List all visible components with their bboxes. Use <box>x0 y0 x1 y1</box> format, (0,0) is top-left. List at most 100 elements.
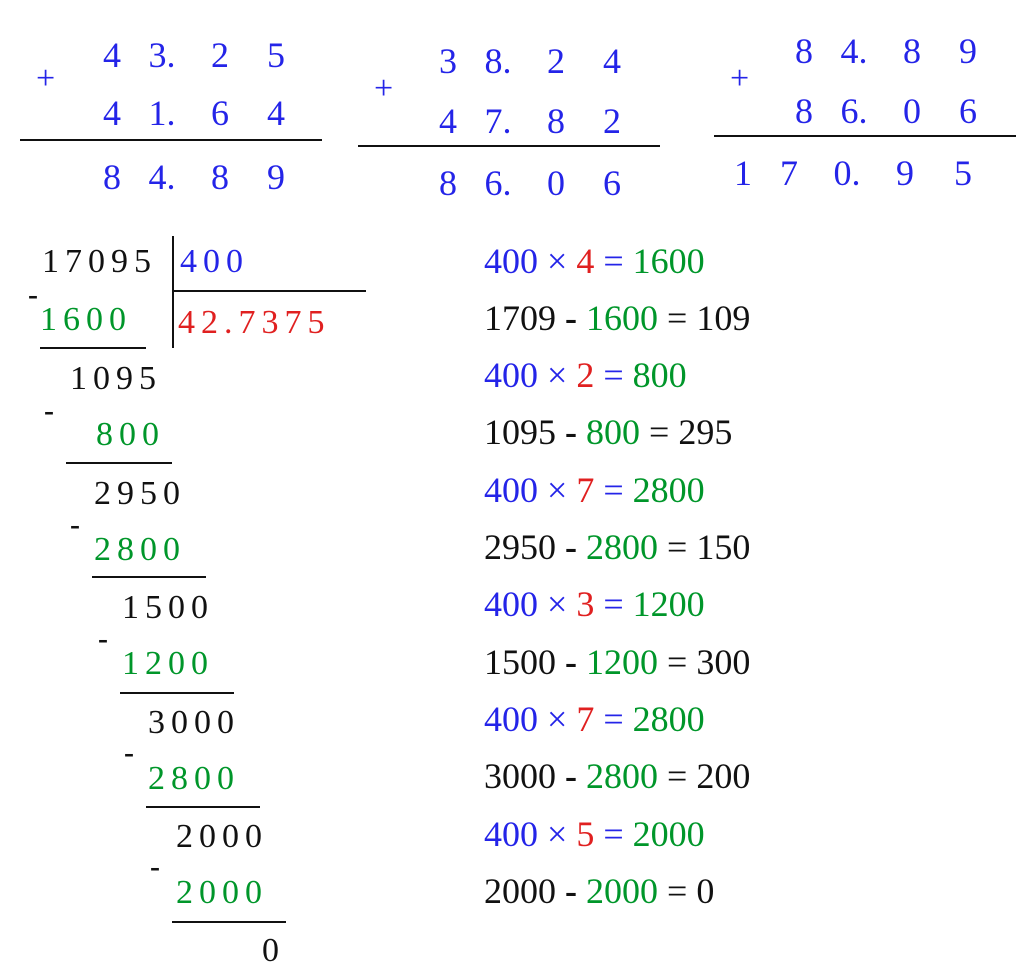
digit: 4 <box>103 93 121 133</box>
operand: 400 <box>484 355 538 395</box>
digit: 6 <box>211 93 229 133</box>
result: 150 <box>696 527 751 567</box>
sum-line <box>714 135 1016 137</box>
step-line <box>146 806 260 808</box>
digit: 2 <box>547 41 565 81</box>
digit: 8 <box>547 101 565 141</box>
equation-sub: 3000 - 2800 = 200 <box>484 758 750 794</box>
digit: 0 <box>547 163 565 203</box>
equals: = <box>667 642 688 682</box>
operand: 800 <box>586 412 640 452</box>
operand: 7 <box>576 470 595 510</box>
equals: = <box>603 584 624 624</box>
equals: = <box>649 412 670 452</box>
equation-sub: 1709 - 1600 = 109 <box>484 300 750 336</box>
addend-bottom: 8 6. 0 6 <box>784 90 996 132</box>
addend-bottom: 4 7. 8 2 <box>428 100 640 142</box>
operand: 1600 <box>586 298 658 338</box>
step-remainder: 2950 <box>94 475 186 512</box>
step-subtrahend: 800 <box>96 416 165 453</box>
digit: 4 <box>267 93 285 133</box>
equals: = <box>603 355 624 395</box>
step-subtrahend: 1200 <box>122 645 214 682</box>
equation-mul: 400 × 3 = 1200 <box>484 586 705 622</box>
step-subtrahend: 2800 <box>148 760 240 797</box>
step-remainder: 1500 <box>122 589 214 626</box>
operator: × <box>547 584 568 624</box>
operand: 2950 <box>484 527 556 567</box>
operator: - <box>565 412 577 452</box>
digit: 7. <box>484 101 512 141</box>
sum-line <box>358 145 660 147</box>
digit: 9 <box>959 31 977 71</box>
digit: 6 <box>959 91 977 131</box>
operand: 1095 <box>484 412 556 452</box>
sum-row: 8 6. 0 6 <box>428 162 640 204</box>
division-bar <box>172 236 174 348</box>
operator: - <box>565 298 577 338</box>
digit: 8. <box>484 41 512 81</box>
equals: = <box>603 470 624 510</box>
operator: × <box>547 241 568 281</box>
step-subtrahend: 1600 <box>40 301 132 338</box>
minus-sign: - <box>98 622 108 655</box>
sum-row: 8 4. 8 9 <box>92 156 304 198</box>
operand: 3 <box>576 584 595 624</box>
step-line <box>40 347 146 349</box>
sum-row: 1 7 0. 9 5 <box>726 152 992 194</box>
plus-sign: + <box>374 70 394 107</box>
operator: × <box>547 355 568 395</box>
operator: - <box>565 871 577 911</box>
digit: 9 <box>267 157 285 197</box>
operator: - <box>565 527 577 567</box>
operator: × <box>547 814 568 854</box>
operand: 1500 <box>484 642 556 682</box>
minus-sign: - <box>28 278 38 311</box>
digit: 3 <box>439 41 457 81</box>
equals: = <box>603 814 624 854</box>
digit: 6 <box>603 163 621 203</box>
quotient: 42.7375 <box>178 304 331 341</box>
operand: 3000 <box>484 756 556 796</box>
operand: 1709 <box>484 298 556 338</box>
operand: 2800 <box>586 756 658 796</box>
digit: 7 <box>780 153 798 193</box>
equation-mul: 400 × 5 = 2000 <box>484 816 705 852</box>
equation-sub: 1500 - 1200 = 300 <box>484 644 750 680</box>
digit: 0 <box>903 91 921 131</box>
digit: 2 <box>603 101 621 141</box>
step-remainder: 1095 <box>70 360 162 397</box>
digit: 6. <box>840 91 868 131</box>
result: 2000 <box>632 814 705 854</box>
digit: 8 <box>795 91 813 131</box>
divisor-underline <box>174 290 366 292</box>
equation-sub: 2950 - 2800 = 150 <box>484 529 750 565</box>
operand: 1200 <box>586 642 658 682</box>
equals: = <box>603 241 624 281</box>
step-remainder: 2000 <box>176 818 268 855</box>
equals: = <box>667 756 688 796</box>
operand: 400 <box>484 584 538 624</box>
digit: 4. <box>840 31 868 71</box>
digit: 8 <box>903 31 921 71</box>
addend-top: 8 4. 8 9 <box>784 30 996 72</box>
operand: 400 <box>484 699 538 739</box>
step-line <box>120 692 234 694</box>
result: 2800 <box>632 699 705 739</box>
operand: 400 <box>484 814 538 854</box>
digit: 1 <box>734 153 752 193</box>
operator: × <box>547 470 568 510</box>
equation-mul: 400 × 4 = 1600 <box>484 243 705 279</box>
minus-sign: - <box>70 508 80 541</box>
operand: 2 <box>576 355 595 395</box>
sum-line <box>20 139 322 141</box>
operand: 5 <box>576 814 595 854</box>
addend-top: 4 3. 2 5 <box>92 34 304 76</box>
result: 800 <box>632 355 687 395</box>
addend-top: 3 8. 2 4 <box>428 40 640 82</box>
equation-sub: 2000 - 2000 = 0 <box>484 873 714 909</box>
digit: 2 <box>211 35 229 75</box>
plus-sign: + <box>36 60 56 97</box>
digit: 4 <box>103 35 121 75</box>
operand: 2800 <box>586 527 658 567</box>
